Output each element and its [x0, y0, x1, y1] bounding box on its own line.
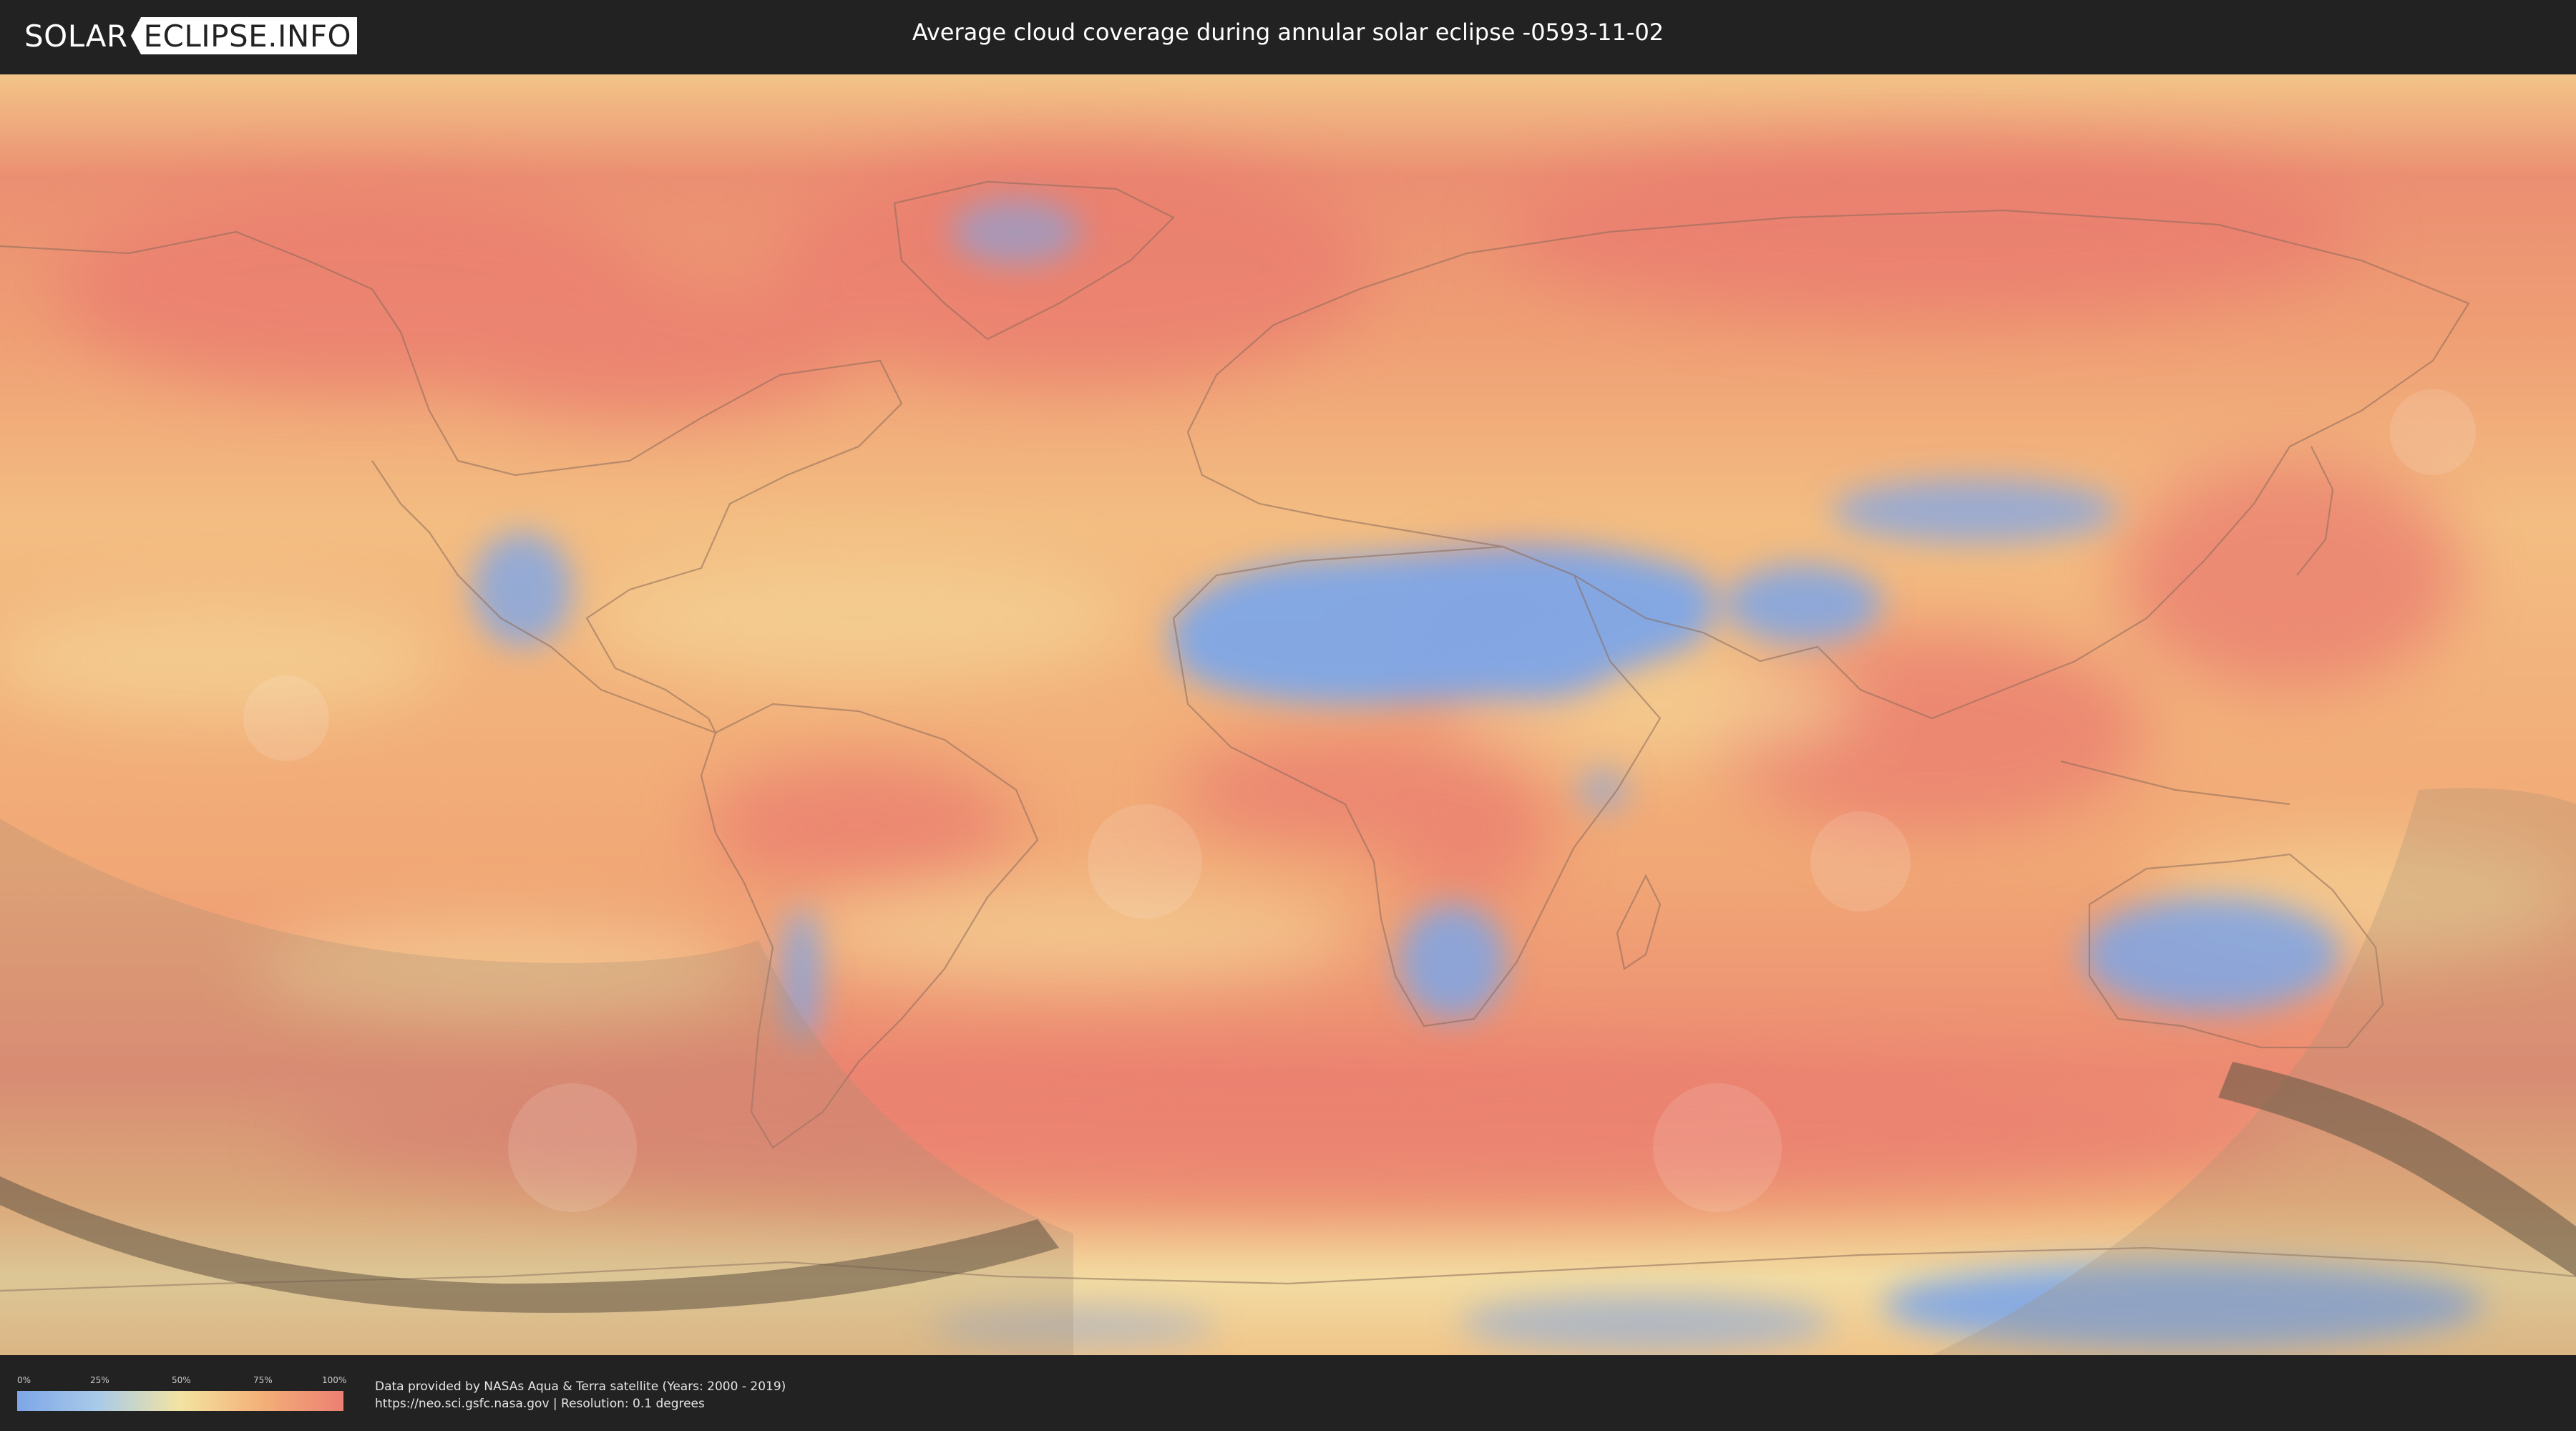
header: SOLAR ECLIPSE.INFO Average cloud coverag…	[0, 0, 2576, 69]
cloud-coverage-map[interactable]	[0, 74, 2576, 1355]
map-title: Average cloud coverage during annular so…	[912, 19, 1664, 46]
data-credit: Data provided by NASAs Aqua & Terra sate…	[375, 1379, 786, 1394]
legend-tick-100: 100%	[322, 1375, 347, 1385]
world-map-svg	[0, 74, 2576, 1355]
legend-tick-75: 75%	[253, 1375, 273, 1385]
legend-tick-50: 50%	[172, 1375, 191, 1385]
footer: 0% 25% 50% 75% 100% Data provided by NAS…	[0, 1359, 2576, 1431]
legend-color-bar	[17, 1391, 343, 1411]
cloud-coverage-legend: 0% 25% 50% 75% 100%	[17, 1375, 347, 1411]
data-source-link[interactable]: https://neo.sci.gsfc.nasa.gov | Resoluti…	[375, 1397, 705, 1411]
page: SOLAR ECLIPSE.INFO Average cloud coverag…	[0, 0, 2576, 1431]
legend-tick-0: 0%	[17, 1375, 31, 1385]
legend-tick-25: 25%	[90, 1375, 109, 1385]
